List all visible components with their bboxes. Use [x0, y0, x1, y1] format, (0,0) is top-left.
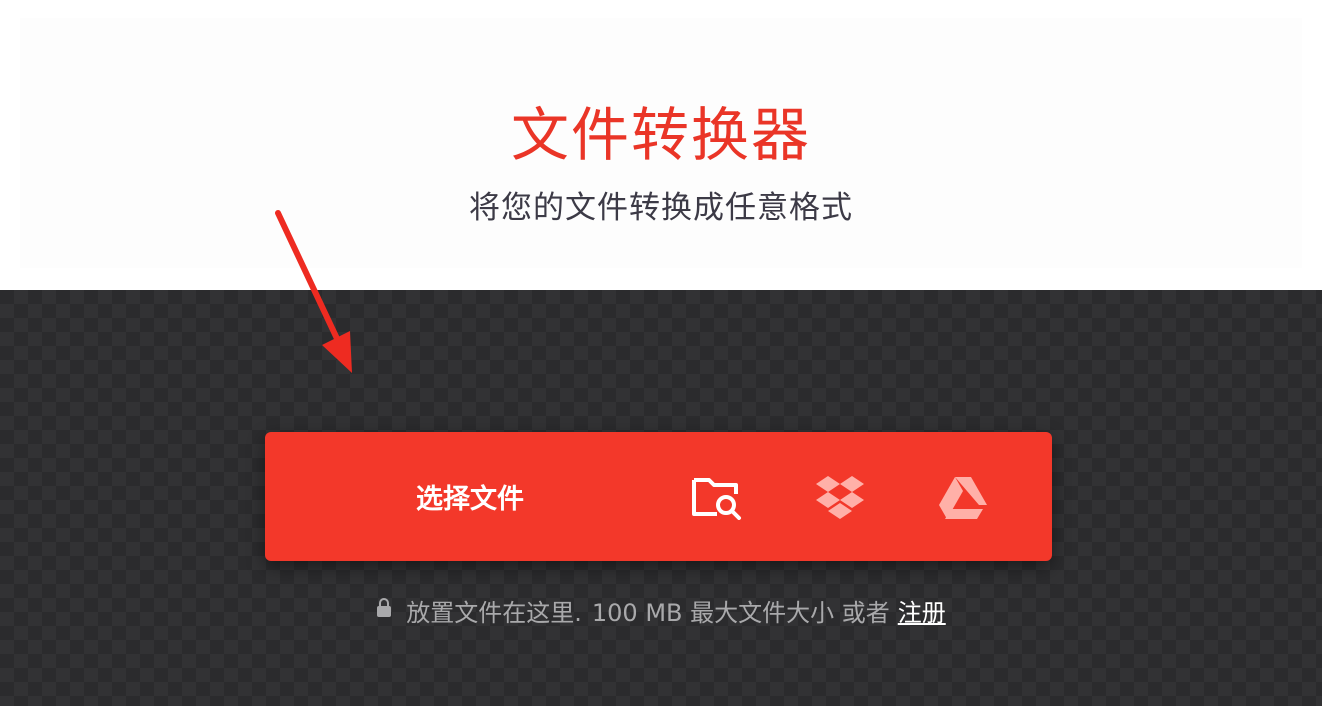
dropbox-button[interactable] [800, 432, 880, 561]
drop-hint: 放置文件在这里. 100 MB 最大文件大小 或者 注册 [0, 592, 1322, 628]
dropbox-icon [816, 475, 864, 519]
page-subtitle: 将您的文件转换成任意格式 [469, 190, 853, 226]
pointer-arrow-annotation [275, 210, 352, 373]
folder-search-icon [692, 477, 741, 520]
choose-files-button[interactable]: 选择文件 [265, 432, 675, 561]
signup-link[interactable]: 注册 [898, 593, 946, 628]
google-drive-button[interactable] [923, 432, 1003, 561]
upload-bar: 选择文件 [265, 432, 1052, 561]
max-size-text: 100 MB 最大文件大小 或者 [591, 598, 890, 627]
lock-icon [376, 596, 392, 624]
page-title: 文件转换器 [510, 101, 811, 169]
hero-section: 文件转换器 将您的文件转换成任意格式 [0, 0, 1322, 290]
drop-hint-text: 放置文件在这里. [406, 598, 582, 627]
local-file-button[interactable] [677, 432, 757, 561]
google-drive-icon [939, 476, 987, 519]
